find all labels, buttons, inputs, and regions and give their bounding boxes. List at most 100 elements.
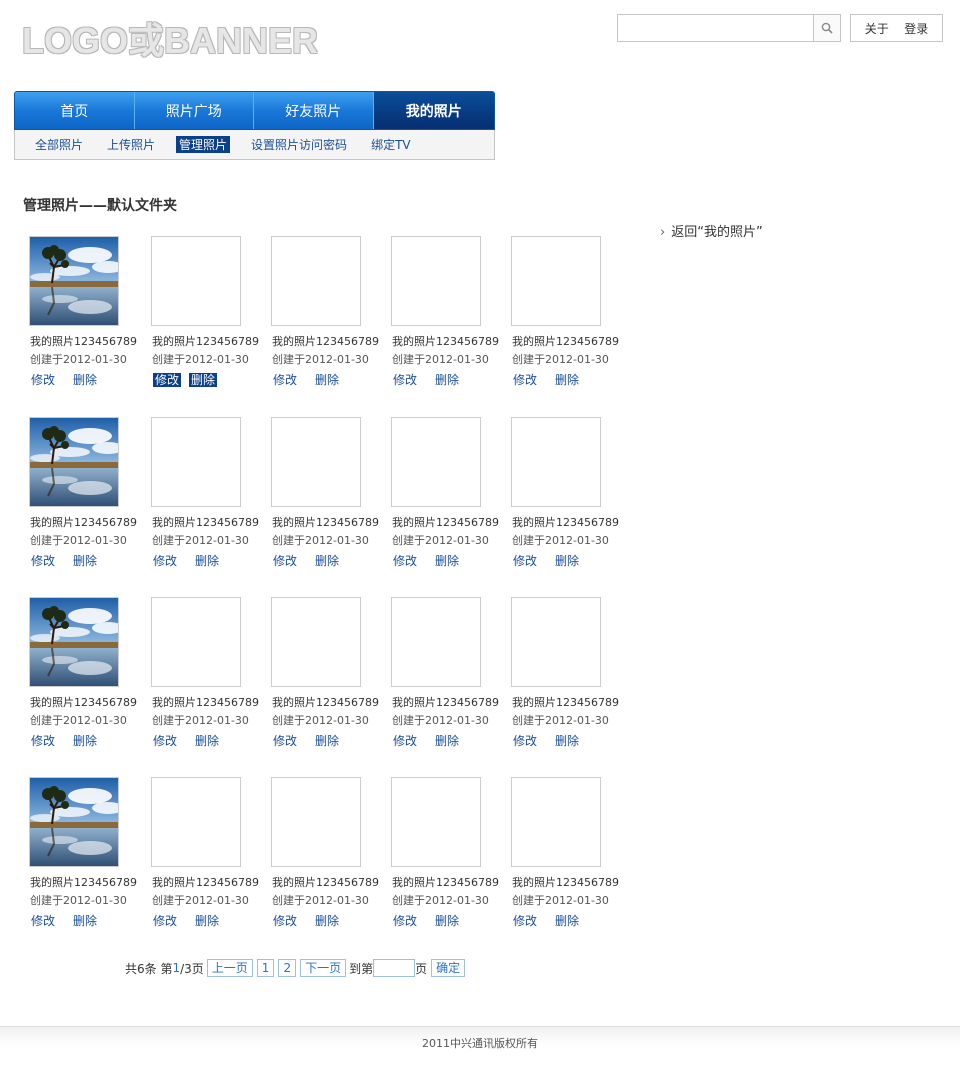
back-link[interactable]: › 返回“我的照片” — [660, 221, 763, 240]
photo-actions: 修改 删除 — [153, 554, 237, 568]
search-input[interactable] — [618, 15, 813, 41]
photo-thumbnail[interactable] — [511, 597, 601, 687]
delete-link[interactable]: 删除 — [73, 914, 97, 928]
edit-link[interactable]: 修改 — [153, 734, 177, 748]
edit-link[interactable]: 修改 — [513, 373, 537, 387]
edit-link[interactable]: 修改 — [393, 734, 417, 748]
tab-photo-square[interactable]: 照片广场 — [135, 92, 254, 129]
photo-thumbnail[interactable] — [271, 597, 361, 687]
edit-link[interactable]: 修改 — [273, 373, 297, 387]
subnav-manage-photos[interactable]: 管理照片 — [176, 136, 231, 153]
edit-link[interactable]: 修改 — [393, 914, 417, 928]
main-nav: 首页 照片广场 好友照片 我的照片 — [14, 91, 495, 130]
photo-thumbnail[interactable] — [29, 777, 119, 867]
subnav-bind-tv[interactable]: 绑定TV — [371, 136, 411, 153]
edit-link[interactable]: 修改 — [153, 554, 177, 568]
page-1-button[interactable]: 1 — [256, 959, 275, 977]
goto-page-input[interactable] — [373, 959, 416, 977]
photo-actions: 修改 删除 — [153, 914, 237, 928]
delete-link[interactable]: 删除 — [189, 373, 218, 387]
photo-card: 我的照片123456789 创建于2012-01-30 修改 删除 — [511, 597, 621, 748]
tab-friend-photos[interactable]: 好友照片 — [254, 92, 374, 129]
delete-link[interactable]: 删除 — [435, 734, 459, 748]
photo-thumbnail[interactable] — [391, 236, 481, 326]
photo-thumbnail[interactable] — [151, 417, 241, 507]
about-link[interactable]: 关于 — [865, 20, 889, 37]
photo-thumbnail[interactable] — [151, 777, 241, 867]
edit-link[interactable]: 修改 — [153, 914, 177, 928]
edit-link[interactable]: 修改 — [393, 373, 417, 387]
photo-date: 创建于2012-01-30 — [272, 534, 369, 547]
photo-thumbnail[interactable] — [29, 236, 119, 326]
delete-link[interactable]: 删除 — [435, 554, 459, 568]
photo-date: 创建于2012-01-30 — [512, 534, 609, 547]
photo-thumbnail[interactable] — [151, 597, 241, 687]
search-button[interactable] — [813, 15, 840, 41]
login-link[interactable]: 登录 — [904, 20, 928, 37]
photo-thumbnail[interactable] — [511, 417, 601, 507]
edit-link[interactable]: 修改 — [31, 914, 55, 928]
next-page-button[interactable]: 下一页 — [300, 959, 347, 977]
delete-link[interactable]: 删除 — [73, 734, 97, 748]
edit-link[interactable]: 修改 — [273, 554, 297, 568]
photo-thumbnail[interactable] — [29, 417, 119, 507]
photo-thumbnail[interactable] — [271, 236, 361, 326]
subnav-upload-photos[interactable]: 上传照片 — [107, 136, 155, 153]
delete-link[interactable]: 删除 — [195, 734, 219, 748]
photo-name: 我的照片123456789 — [30, 516, 137, 529]
delete-link[interactable]: 删除 — [555, 554, 579, 568]
page-2-button[interactable]: 2 — [278, 959, 297, 977]
photo-date: 创建于2012-01-30 — [272, 714, 369, 727]
subnav-set-password[interactable]: 设置照片访问密码 — [251, 136, 347, 153]
photo-actions: 修改 删除 — [393, 554, 477, 568]
subnav-all-photos[interactable]: 全部照片 — [35, 136, 83, 153]
photo-thumbnail[interactable] — [29, 597, 119, 687]
delete-link[interactable]: 删除 — [315, 373, 339, 387]
photo-card: 我的照片123456789 创建于2012-01-30 修改 删除 — [511, 417, 621, 568]
photo-date: 创建于2012-01-30 — [392, 714, 489, 727]
edit-link[interactable]: 修改 — [31, 554, 55, 568]
tab-my-photos[interactable]: 我的照片 — [373, 92, 494, 129]
photo-card: 我的照片123456789 创建于2012-01-30 修改 删除 — [511, 236, 621, 387]
delete-link[interactable]: 删除 — [555, 373, 579, 387]
photo-thumbnail[interactable] — [151, 236, 241, 326]
photo-name: 我的照片123456789 — [30, 876, 137, 889]
delete-link[interactable]: 删除 — [555, 734, 579, 748]
delete-link[interactable]: 删除 — [315, 734, 339, 748]
delete-link[interactable]: 删除 — [435, 373, 459, 387]
edit-link[interactable]: 修改 — [153, 373, 182, 387]
back-link-label: 返回“我的照片” — [671, 225, 763, 240]
photo-thumbnail[interactable] — [511, 236, 601, 326]
edit-link[interactable]: 修改 — [31, 734, 55, 748]
delete-link[interactable]: 删除 — [555, 914, 579, 928]
edit-link[interactable]: 修改 — [393, 554, 417, 568]
photo-thumbnail[interactable] — [271, 777, 361, 867]
photo-thumbnail[interactable] — [511, 777, 601, 867]
delete-link[interactable]: 删除 — [315, 554, 339, 568]
delete-link[interactable]: 删除 — [73, 373, 97, 387]
photo-date: 创建于2012-01-30 — [512, 353, 609, 366]
tab-home[interactable]: 首页 — [15, 92, 135, 129]
edit-link[interactable]: 修改 — [273, 914, 297, 928]
photo-thumbnail[interactable] — [391, 417, 481, 507]
photo-thumbnail[interactable] — [391, 777, 481, 867]
delete-link[interactable]: 删除 — [195, 554, 219, 568]
photo-thumbnail[interactable] — [391, 597, 481, 687]
delete-link[interactable]: 删除 — [435, 914, 459, 928]
chevron-right-icon: › — [660, 225, 666, 240]
prev-page-button[interactable]: 上一页 — [206, 959, 253, 977]
photo-card: 我的照片123456789 创建于2012-01-30 修改 删除 — [29, 236, 139, 387]
delete-link[interactable]: 删除 — [73, 554, 97, 568]
edit-link[interactable]: 修改 — [273, 734, 297, 748]
edit-link[interactable]: 修改 — [513, 554, 537, 568]
delete-link[interactable]: 删除 — [315, 914, 339, 928]
photo-card: 我的照片123456789 创建于2012-01-30 修改 删除 — [511, 777, 621, 928]
confirm-button[interactable]: 确定 — [431, 959, 466, 977]
edit-link[interactable]: 修改 — [513, 914, 537, 928]
photo-thumbnail[interactable] — [271, 417, 361, 507]
edit-link[interactable]: 修改 — [513, 734, 537, 748]
pager-total: 共6条 第 — [125, 961, 173, 976]
delete-link[interactable]: 删除 — [195, 914, 219, 928]
edit-link[interactable]: 修改 — [31, 373, 55, 387]
photo-name: 我的照片123456789 — [152, 516, 259, 529]
